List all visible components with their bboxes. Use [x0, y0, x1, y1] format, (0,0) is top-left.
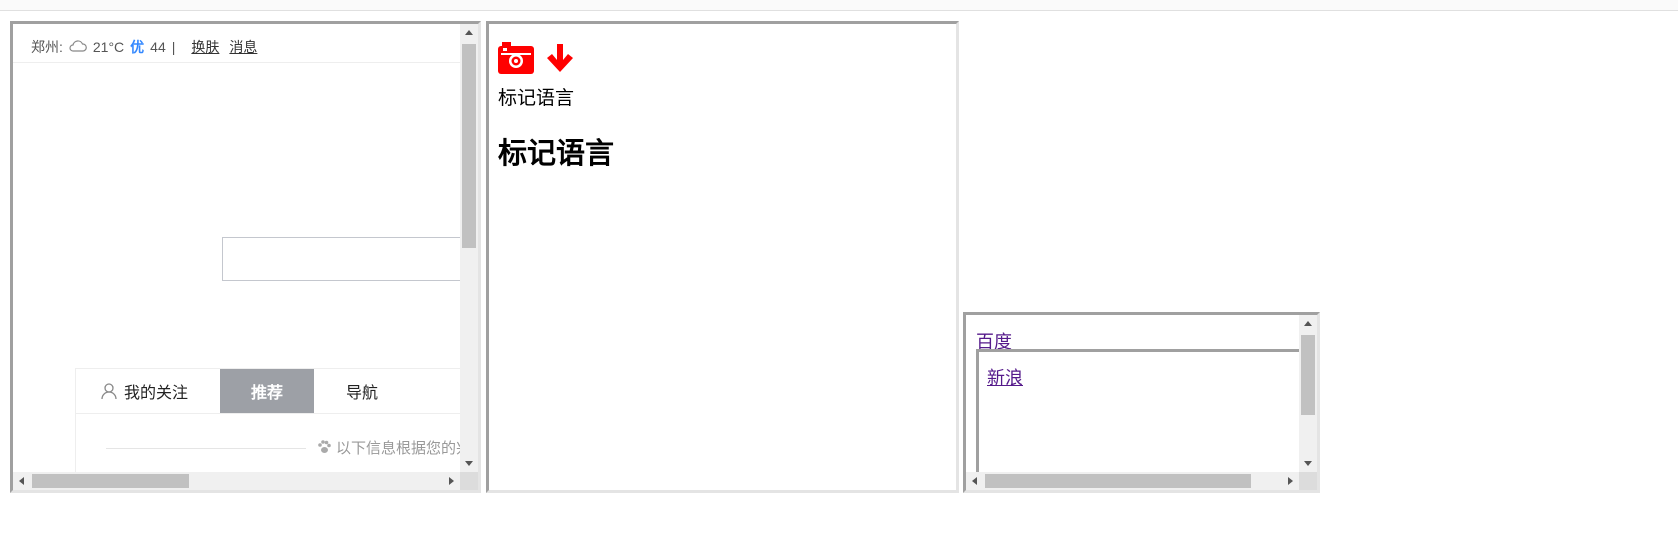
tab-navigation[interactable]: 导航	[314, 369, 378, 413]
markup-heading: 标记语言	[498, 138, 615, 170]
feed-tabs: 我的关注 推荐 导航	[75, 368, 475, 414]
iframe-baidu-home[interactable]: 郑州: 21°C 优 44 | 换肤 消息 我的关注 推荐 导航 以下信息根据您…	[10, 21, 481, 493]
vertical-scrollbar[interactable]	[460, 24, 478, 472]
feed-notice-text: 以下信息根据您的兴	[336, 440, 472, 457]
weather-bar: 郑州: 21°C 优 44 | 换肤 消息	[31, 37, 257, 57]
search-input[interactable]	[222, 237, 478, 281]
tab-navigation-label: 导航	[346, 385, 379, 402]
scroll-corner	[460, 472, 478, 490]
feed-divider	[106, 448, 306, 449]
scroll-left-arrow[interactable]	[972, 477, 977, 485]
browser-top-strip	[0, 0, 1678, 11]
scroll-up-arrow[interactable]	[1304, 321, 1312, 326]
icon-row	[498, 42, 576, 74]
air-quality-label: 优	[130, 39, 145, 55]
scroll-left-arrow[interactable]	[19, 477, 24, 485]
nested-iframe[interactable]: 新浪	[976, 349, 1300, 479]
tab-recommend-label: 推荐	[250, 385, 283, 402]
skin-link[interactable]: 换肤	[191, 37, 219, 57]
header-divider	[13, 62, 463, 63]
separator: |	[171, 39, 176, 55]
horizontal-scrollbar[interactable]	[966, 472, 1299, 490]
feed-notice: 以下信息根据您的兴	[316, 437, 471, 459]
sina-link[interactable]: 新浪	[987, 364, 1023, 390]
camera-icon	[498, 42, 534, 74]
horizontal-scroll-thumb[interactable]	[32, 474, 189, 488]
vertical-scrollbar[interactable]	[1299, 315, 1317, 472]
iframe-markup[interactable]: 标记语言 标记语言	[486, 21, 959, 493]
horizontal-scrollbar[interactable]	[13, 472, 460, 490]
cloud-icon	[69, 39, 87, 55]
vertical-scroll-thumb[interactable]	[462, 44, 476, 248]
paw-icon	[316, 439, 332, 459]
vertical-scroll-thumb[interactable]	[1301, 335, 1315, 415]
city-label: 郑州:	[31, 39, 63, 55]
user-icon	[100, 382, 118, 400]
arrow-down-icon	[544, 42, 576, 74]
horizontal-scroll-thumb[interactable]	[985, 474, 1251, 488]
scroll-right-arrow[interactable]	[449, 477, 454, 485]
scroll-right-arrow[interactable]	[1288, 477, 1293, 485]
scroll-corner	[1299, 472, 1317, 490]
tab-my-follow-label: 我的关注	[124, 385, 189, 402]
tab-recommend[interactable]: 推荐	[220, 369, 314, 413]
message-link[interactable]: 消息	[229, 37, 257, 57]
scroll-up-arrow[interactable]	[465, 30, 473, 35]
air-quality-value: 44	[150, 39, 166, 55]
tab-my-follow[interactable]: 我的关注	[76, 369, 220, 413]
temperature: 21°C	[92, 39, 125, 55]
markup-text: 标记语言	[498, 88, 575, 109]
scroll-down-arrow[interactable]	[465, 461, 473, 466]
iframe-links[interactable]: 百度 新浪	[963, 312, 1320, 493]
scroll-down-arrow[interactable]	[1304, 461, 1312, 466]
